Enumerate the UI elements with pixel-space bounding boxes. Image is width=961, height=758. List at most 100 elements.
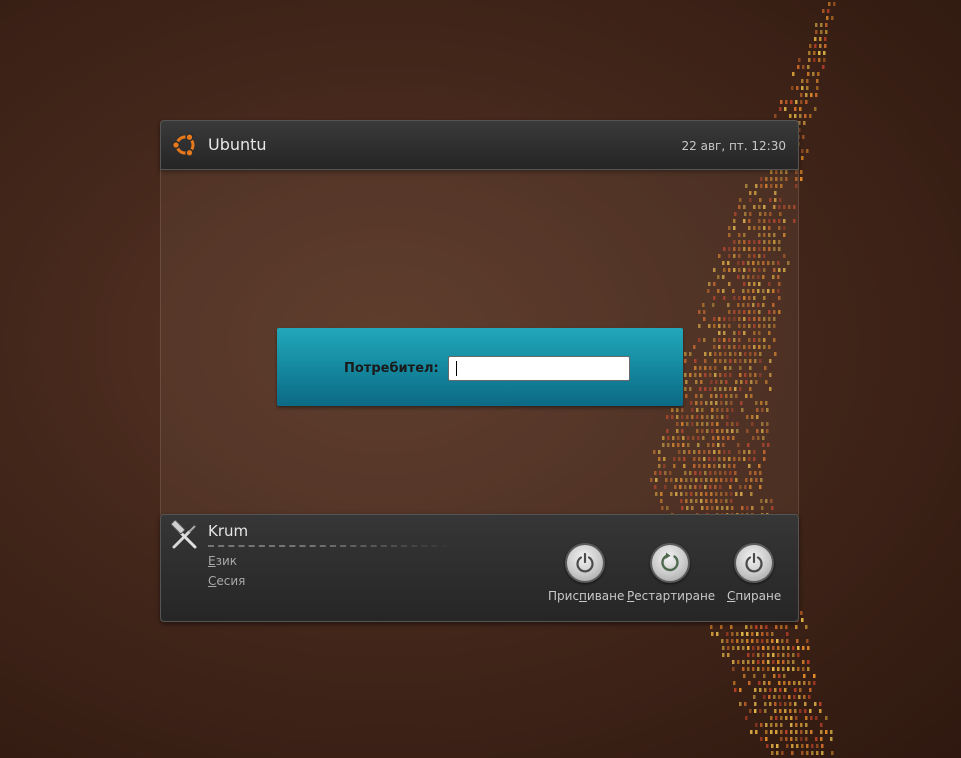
wallpaper-dot — [759, 688, 762, 692]
wallpaper-dot — [800, 723, 803, 727]
wallpaper-dot — [820, 730, 823, 734]
wallpaper-dot — [795, 737, 798, 741]
wallpaper-dot — [731, 639, 734, 643]
wallpaper-dot — [771, 744, 774, 748]
wallpaper-dot — [767, 653, 770, 657]
wallpaper-dot — [800, 93, 803, 97]
suspend-button[interactable]: Приспиване — [548, 543, 624, 603]
wallpaper-dot — [752, 653, 755, 657]
wallpaper-dot — [801, 86, 804, 90]
wallpaper-dot — [716, 632, 719, 636]
wallpaper-dot — [775, 716, 778, 720]
wallpaper-dot — [774, 709, 777, 713]
wallpaper-dot — [805, 93, 808, 97]
shutdown-button[interactable]: Спиране — [727, 543, 781, 603]
wallpaper-dot — [823, 58, 826, 62]
wallpaper-dot — [809, 688, 812, 692]
wallpaper-dot — [828, 2, 831, 6]
wallpaper-dot — [777, 660, 780, 664]
wallpaper-dot — [818, 51, 821, 55]
wallpaper-dot — [799, 688, 802, 692]
restart-button[interactable]: Рестартиране — [627, 543, 715, 603]
wallpaper-dot — [805, 723, 808, 727]
suspend-circle[interactable] — [565, 543, 605, 583]
wallpaper-dot — [711, 632, 714, 636]
wallpaper-dot — [748, 681, 751, 685]
wallpaper-dot — [803, 681, 806, 685]
power-icon — [576, 552, 594, 573]
text-caret — [456, 361, 457, 376]
wallpaper-dot — [808, 51, 811, 55]
wallpaper-dot — [754, 702, 757, 706]
wallpaper-dot — [806, 744, 809, 748]
wallpaper-dot — [782, 653, 785, 657]
wallpaper-dot — [787, 646, 790, 650]
wallpaper-dot — [783, 674, 786, 678]
wallpaper-dot — [734, 688, 737, 692]
wallpaper-dot — [779, 709, 782, 713]
top-bar: Ubuntu 22 авг, пт. 12:30 — [160, 120, 799, 170]
wallpaper-dot — [802, 660, 805, 664]
wallpaper-dot — [797, 646, 800, 650]
wallpaper-dot — [825, 730, 828, 734]
shutdown-circle[interactable] — [734, 543, 774, 583]
wallpaper-dot — [739, 688, 742, 692]
username-input[interactable] — [448, 356, 630, 381]
wallpaper-dot — [772, 667, 775, 671]
wallpaper-dot — [777, 653, 780, 657]
wallpaper-dot — [815, 23, 818, 27]
wallpaper-dot — [765, 737, 768, 741]
session-menu[interactable]: Сесия — [208, 574, 245, 588]
wallpaper-dot — [775, 625, 778, 629]
wallpaper-dot — [785, 730, 788, 734]
wallpaper-dot — [791, 751, 794, 755]
restart-label: Рестартиране — [627, 589, 715, 603]
wallpaper-dot — [780, 716, 783, 720]
wallpaper-dot — [795, 625, 798, 629]
wallpaper-dot — [784, 688, 787, 692]
wallpaper-dot — [806, 639, 809, 643]
suspend-label-mnemonic: п — [579, 589, 587, 603]
restart-circle[interactable] — [650, 543, 690, 583]
wallpaper-dot — [785, 100, 788, 104]
wallpaper-dot — [781, 751, 784, 755]
wallpaper-dot — [764, 709, 767, 713]
wallpaper-dot — [820, 723, 823, 727]
wallpaper-dot — [796, 86, 799, 90]
wallpaper-dot — [762, 667, 765, 671]
wallpaper-dot — [760, 737, 763, 741]
wallpaper-dot — [825, 30, 828, 34]
wallpaper-dot — [778, 695, 781, 699]
restart-icon — [661, 552, 679, 572]
wallpaper-dot — [780, 737, 783, 741]
wallpaper-dot — [784, 702, 787, 706]
wallpaper-dot — [776, 751, 779, 755]
wallpaper-dot — [792, 72, 795, 76]
wallpaper-dot — [760, 723, 763, 727]
user-name[interactable]: Krum — [208, 522, 248, 540]
wallpaper-dot — [808, 58, 811, 62]
date-time: 22 авг, пт. 12:30 — [681, 139, 787, 153]
wallpaper-dot — [752, 667, 755, 671]
wallpaper-dot — [761, 639, 764, 643]
wallpaper-dot — [816, 86, 819, 90]
wallpaper-dot — [816, 751, 819, 755]
wallpaper-dot — [757, 667, 760, 671]
wallpaper-dot — [742, 667, 745, 671]
wallpaper-dot — [722, 653, 725, 657]
wallpaper-dot — [805, 100, 808, 104]
wallpaper-dot — [780, 100, 783, 104]
wallpaper-dot — [755, 625, 758, 629]
wallpaper-dot — [807, 667, 810, 671]
wallpaper-dot — [737, 660, 740, 664]
session-menu-label: есия — [216, 574, 246, 588]
wallpaper-dot — [742, 660, 745, 664]
wallpaper-dot — [737, 646, 740, 650]
wallpaper-dot — [753, 674, 756, 678]
wallpaper-dot — [824, 37, 827, 41]
wallpaper-dot — [781, 639, 784, 643]
wallpaper-dot — [720, 625, 723, 629]
language-menu[interactable]: Език — [208, 554, 237, 568]
wallpaper-dot — [814, 702, 817, 706]
wallpaper-dot — [820, 30, 823, 34]
